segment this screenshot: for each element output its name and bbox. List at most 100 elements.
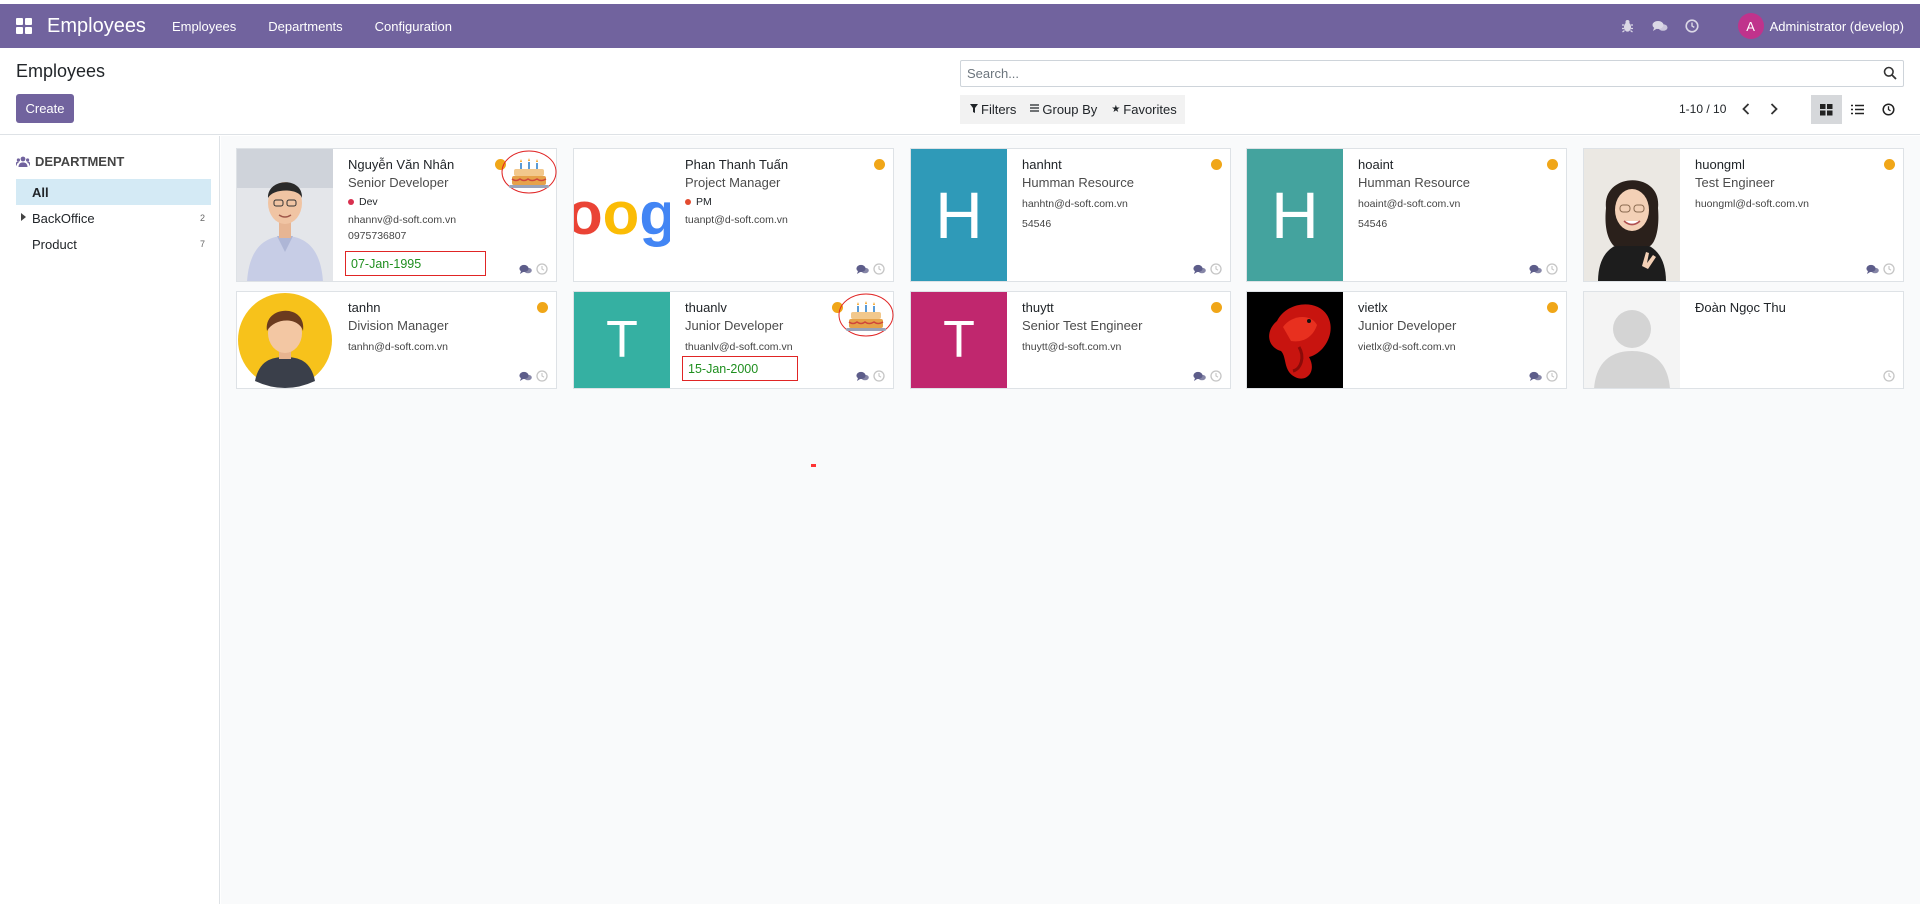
birthday-box: 07-Jan-1995: [345, 251, 486, 276]
presence-status-icon: [1547, 159, 1558, 170]
employee-info: Phan Thanh Tuấn Project Manager PM tuanp…: [685, 157, 873, 227]
birthday-cake-icon: [501, 150, 557, 194]
chat-icon[interactable]: [856, 264, 869, 275]
card-footer: [1193, 370, 1222, 382]
apps-menu-icon[interactable]: [16, 18, 32, 34]
search-options: Filters Group By ★ Favorites: [960, 95, 1185, 124]
activity-clock-icon[interactable]: [1883, 263, 1895, 275]
employee-name: vietlx: [1358, 300, 1388, 315]
messages-icon[interactable]: [1652, 18, 1668, 34]
groupby-label: Group By: [1042, 102, 1098, 117]
chat-icon[interactable]: [1529, 371, 1542, 382]
employee-card[interactable]: tanhn Division Manager tanhn@d-soft.com.…: [236, 291, 557, 389]
employee-card[interactable]: Nguyễn Văn Nhân Senior Developer Dev nha…: [236, 148, 557, 282]
caret-right-icon[interactable]: [21, 213, 26, 221]
bug-icon[interactable]: [1620, 18, 1636, 34]
pager-previous-icon[interactable]: [1738, 101, 1754, 117]
employee-info: thuytt Senior Test Engineer thuytt@d-sof…: [1022, 300, 1210, 354]
users-icon: [16, 156, 30, 167]
employee-card[interactable]: oog Phan Thanh Tuấn Project Manager PM t…: [573, 148, 894, 282]
avatar-letter: H: [935, 178, 983, 252]
activity-clock-icon[interactable]: [1684, 18, 1700, 34]
employee-job: Humman Resource: [1022, 175, 1134, 190]
annotation-mark: [811, 464, 816, 467]
presence-status-icon: [537, 302, 548, 313]
activity-clock-icon[interactable]: [873, 370, 885, 382]
department-item-count: 2: [199, 213, 205, 223]
employee-info: hoaint Humman Resource hoaint@d-soft.com…: [1358, 157, 1546, 231]
tag-label: PM: [696, 196, 712, 208]
tag-dot: [348, 199, 354, 205]
groupby-button[interactable]: Group By: [1030, 102, 1097, 117]
employee-card[interactable]: H hanhnt Humman Resource hanhtn@d-soft.c…: [910, 148, 1231, 282]
employee-card[interactable]: Đoàn Ngọc Thu: [1583, 291, 1904, 389]
activity-clock-icon[interactable]: [536, 370, 548, 382]
svg-text:oog: oog: [574, 180, 670, 247]
employee-job: Senior Test Engineer: [1022, 318, 1143, 333]
list-view-icon[interactable]: [1842, 95, 1873, 124]
activity-clock-icon[interactable]: [1546, 263, 1558, 275]
activity-clock-icon[interactable]: [873, 263, 885, 275]
department-header: DEPARTMENT: [16, 154, 124, 169]
chat-icon[interactable]: [1193, 371, 1206, 382]
activity-clock-icon[interactable]: [536, 263, 548, 275]
employee-email: nhannv@d-soft.com.vn: [348, 214, 457, 226]
create-button[interactable]: Create: [16, 94, 74, 123]
presence-status-icon: [1884, 159, 1895, 170]
chat-icon[interactable]: [519, 264, 532, 275]
employee-info: tanhn Division Manager tanhn@d-soft.com.…: [348, 300, 536, 354]
pager-value[interactable]: 1-10 / 10: [1679, 102, 1726, 116]
birthday-cake-icon: [838, 293, 894, 337]
employee-photo: [1584, 292, 1680, 388]
favorites-button[interactable]: ★ Favorites: [1111, 102, 1176, 117]
employee-card[interactable]: T thuanlv Junior Developer thuanlv@d-sof…: [573, 291, 894, 389]
presence-status-icon: [1211, 159, 1222, 170]
chat-icon[interactable]: [856, 371, 869, 382]
menu-departments[interactable]: Departments: [268, 19, 342, 34]
department-item-backoffice[interactable]: BackOffice 2: [16, 205, 211, 231]
department-item-product[interactable]: Product 7: [16, 231, 211, 257]
favorites-label: Favorites: [1123, 102, 1177, 117]
presence-status-icon: [874, 159, 885, 170]
employee-name: huongml: [1695, 157, 1745, 172]
activity-clock-icon[interactable]: [1210, 370, 1222, 382]
employee-job: Humman Resource: [1358, 175, 1470, 190]
employee-card[interactable]: H hoaint Humman Resource hoaint@d-soft.c…: [1246, 148, 1567, 282]
breadcrumb-title: Employees: [16, 61, 106, 81]
department-item-all[interactable]: All: [16, 179, 211, 205]
employee-card[interactable]: T thuytt Senior Test Engineer thuytt@d-s…: [910, 291, 1231, 389]
menu-employees[interactable]: Employees: [172, 19, 236, 34]
employee-tag: PM: [685, 196, 873, 208]
search-icon[interactable]: [1883, 66, 1897, 80]
avatar-letter: H: [1271, 178, 1319, 252]
employee-card[interactable]: huongml Test Engineer huongml@d-soft.com…: [1583, 148, 1904, 282]
user-name: Administrator (develop): [1769, 18, 1904, 34]
kanban-view-icon[interactable]: [1811, 95, 1842, 124]
employee-photo: oog: [574, 149, 670, 281]
card-footer: [1193, 263, 1222, 275]
employee-email: thuytt@d-soft.com.vn: [1022, 341, 1122, 353]
employee-card[interactable]: vietlx Junior Developer vietlx@d-soft.co…: [1246, 291, 1567, 389]
employee-job: Division Manager: [348, 318, 449, 333]
chat-icon[interactable]: [519, 371, 532, 382]
bars-icon: [1030, 104, 1040, 115]
employee-email: hoaint@d-soft.com.vn: [1358, 198, 1461, 210]
chat-icon[interactable]: [1193, 264, 1206, 275]
activity-clock-icon[interactable]: [1210, 263, 1222, 275]
filters-button[interactable]: Filters: [970, 102, 1016, 117]
menu-configuration[interactable]: Configuration: [375, 19, 452, 34]
chat-icon[interactable]: [1529, 264, 1542, 275]
user-menu[interactable]: A Administrator (develop): [1737, 13, 1904, 39]
activity-clock-icon[interactable]: [1883, 370, 1895, 382]
employee-letter-avatar: T: [911, 292, 1007, 388]
app-title[interactable]: Employees: [47, 15, 146, 38]
employee-photo: [237, 292, 333, 388]
search-input[interactable]: [961, 61, 1861, 86]
employee-job: Test Engineer: [1695, 175, 1775, 190]
activity-clock-icon[interactable]: [1546, 370, 1558, 382]
chat-icon[interactable]: [1866, 264, 1879, 275]
activity-view-icon[interactable]: [1873, 95, 1904, 124]
pager-next-icon[interactable]: [1766, 101, 1782, 117]
control-panel: Employees Create Filters Group By ★ Favo…: [0, 48, 1920, 135]
employee-letter-avatar: H: [1247, 149, 1343, 281]
